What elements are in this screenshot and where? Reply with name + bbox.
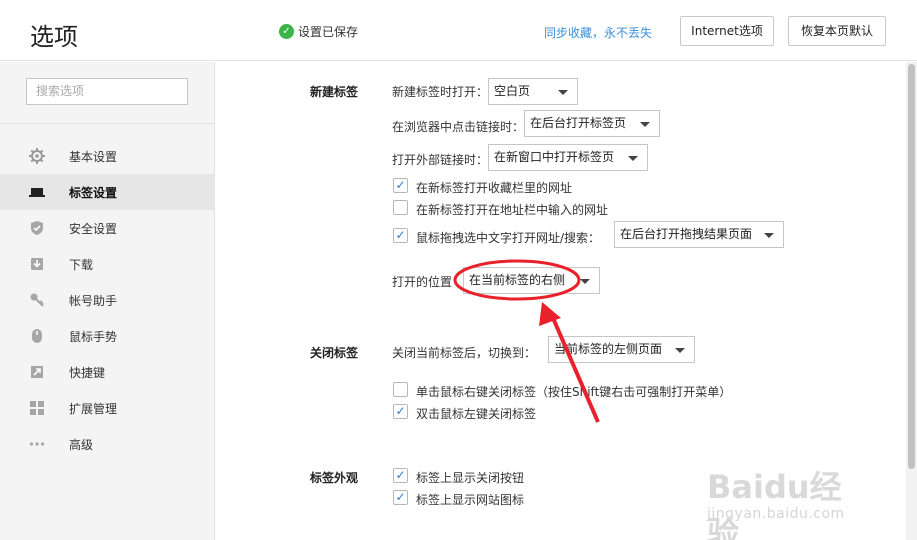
sidebar-item-label: 快捷键 bbox=[69, 365, 106, 380]
sidebar-item-label: 扩展管理 bbox=[69, 401, 118, 416]
external-link-label: 打开外部链接时： bbox=[392, 153, 489, 167]
search-input[interactable]: 搜索选项 bbox=[26, 78, 188, 105]
page-title: 选项 bbox=[30, 23, 78, 51]
annotation-arrow-line bbox=[551, 317, 600, 423]
sidebar: 搜索选项 基本设置 标签设置 安全设置 下载 帐号助手 鼠标手势 快捷键 扩展管… bbox=[0, 62, 215, 540]
sidebar-item-label: 标签设置 bbox=[69, 185, 118, 200]
chevron-down-icon bbox=[580, 279, 590, 284]
checkbox-label: 在新标签打开在地址栏中输入的网址 bbox=[416, 203, 609, 217]
grid-icon bbox=[29, 400, 45, 416]
checkbox-show-close-button[interactable]: ✓ bbox=[393, 468, 408, 483]
shield-icon bbox=[29, 220, 45, 236]
sidebar-divider bbox=[0, 123, 214, 124]
laptop-icon bbox=[29, 184, 45, 200]
sidebar-item-shortcut[interactable]: 快捷键 bbox=[0, 354, 214, 390]
shortcut-arrow-icon bbox=[29, 364, 45, 380]
sidebar-item-security[interactable]: 安全设置 bbox=[0, 210, 214, 246]
checkbox-label: 单击鼠标右键关闭标签（按住Shift键右击可强制打开菜单） bbox=[416, 385, 732, 399]
checkbox-favorites-new-tab[interactable]: ✓ bbox=[393, 178, 408, 193]
checkbox-label: 双击鼠标左键关闭标签 bbox=[416, 407, 537, 421]
restore-defaults-button[interactable]: 恢复本页默认 bbox=[788, 16, 886, 46]
sidebar-item-mouse-gesture[interactable]: 鼠标手势 bbox=[0, 318, 214, 354]
sidebar-item-label: 帐号助手 bbox=[69, 293, 118, 308]
after-close-select[interactable]: 当前标签的左侧页面 bbox=[548, 336, 695, 363]
checkbox-address-bar-new-tab[interactable] bbox=[393, 200, 408, 215]
sidebar-item-label: 高级 bbox=[69, 437, 94, 452]
open-new-tab-value: 空白页 bbox=[494, 84, 531, 98]
open-position-label: 打开的位置 bbox=[392, 275, 453, 289]
after-close-value: 当前标签的左侧页面 bbox=[554, 342, 663, 356]
sidebar-item-label: 基本设置 bbox=[69, 149, 118, 164]
click-link-select[interactable]: 在后台打开标签页 bbox=[524, 110, 660, 137]
download-icon bbox=[29, 256, 45, 272]
open-position-value: 在当前标签的右侧 bbox=[469, 273, 566, 287]
new-tab-section-title: 新建标签 bbox=[310, 85, 359, 99]
checkbox-double-click-close[interactable]: ✓ bbox=[393, 404, 408, 419]
click-link-value: 在后台打开标签页 bbox=[530, 116, 627, 130]
check-circle-icon: ✓ bbox=[279, 24, 294, 39]
vertical-scrollbar[interactable] bbox=[906, 62, 917, 540]
annotation-arrow-head bbox=[539, 302, 561, 326]
drag-result-select[interactable]: 在后台打开拖拽结果页面 bbox=[614, 221, 784, 248]
baidu-watermark: Baidu经验 jingyan.baidu.com bbox=[707, 462, 867, 540]
internet-options-button[interactable]: Internet选项 bbox=[680, 16, 774, 46]
watermark-url: jingyan.baidu.com bbox=[707, 506, 845, 522]
open-position-select[interactable]: 在当前标签的右侧 bbox=[463, 267, 600, 294]
saved-text: 设置已保存 bbox=[298, 25, 359, 39]
external-link-select[interactable]: 在新窗口中打开标签页 bbox=[488, 144, 648, 171]
checkbox-label: 在新标签打开收藏栏里的网址 bbox=[416, 181, 573, 195]
chevron-down-icon bbox=[675, 348, 685, 353]
header-bar: 选项 ✓ 设置已保存 同步收藏，永不丢失 Internet选项 恢复本页默认 bbox=[0, 0, 917, 61]
chevron-down-icon bbox=[640, 122, 650, 127]
chevron-down-icon bbox=[558, 90, 568, 95]
sidebar-item-label: 安全设置 bbox=[69, 221, 118, 236]
saved-status: ✓ 设置已保存 bbox=[279, 23, 358, 40]
gear-icon bbox=[29, 148, 45, 164]
key-icon bbox=[29, 292, 45, 308]
watermark-logo: Baidu经验 bbox=[707, 468, 842, 540]
checkbox-show-site-icon[interactable]: ✓ bbox=[393, 490, 408, 505]
sidebar-item-advanced[interactable]: 高级 bbox=[0, 426, 214, 462]
checkbox-label: 标签上显示关闭按钮 bbox=[416, 471, 525, 485]
checkbox-label: 标签上显示网站图标 bbox=[416, 493, 525, 507]
sidebar-item-tabs[interactable]: 标签设置 bbox=[0, 174, 214, 210]
mouse-icon bbox=[29, 328, 45, 344]
scrollbar-thumb[interactable] bbox=[908, 64, 915, 469]
chevron-down-icon bbox=[628, 156, 638, 161]
sidebar-item-extensions[interactable]: 扩展管理 bbox=[0, 390, 214, 426]
sidebar-item-label: 下载 bbox=[69, 257, 94, 272]
close-tab-section-title: 关闭标签 bbox=[310, 346, 359, 360]
open-new-tab-select[interactable]: 空白页 bbox=[488, 78, 578, 105]
click-link-label: 在浏览器中点击链接时： bbox=[392, 120, 525, 134]
checkbox-label: 鼠标拖拽选中文字打开网址/搜索： bbox=[416, 231, 601, 245]
tab-appearance-section-title: 标签外观 bbox=[310, 471, 359, 485]
sidebar-item-label: 鼠标手势 bbox=[69, 329, 118, 344]
sidebar-item-download[interactable]: 下载 bbox=[0, 246, 214, 282]
after-close-label: 关闭当前标签后，切换到： bbox=[392, 346, 537, 360]
sidebar-item-basic[interactable]: 基本设置 bbox=[0, 138, 214, 174]
drag-result-value: 在后台打开拖拽结果页面 bbox=[620, 227, 753, 241]
sidebar-item-account[interactable]: 帐号助手 bbox=[0, 282, 214, 318]
checkbox-drag-text[interactable]: ✓ bbox=[393, 228, 408, 243]
open-new-tab-label: 新建标签时打开： bbox=[392, 85, 489, 99]
external-link-value: 在新窗口中打开标签页 bbox=[494, 150, 615, 164]
chevron-down-icon bbox=[764, 233, 774, 238]
checkbox-right-click-close[interactable] bbox=[393, 382, 408, 397]
sync-link[interactable]: 同步收藏，永不丢失 bbox=[544, 24, 652, 41]
more-dots-icon bbox=[29, 436, 45, 452]
